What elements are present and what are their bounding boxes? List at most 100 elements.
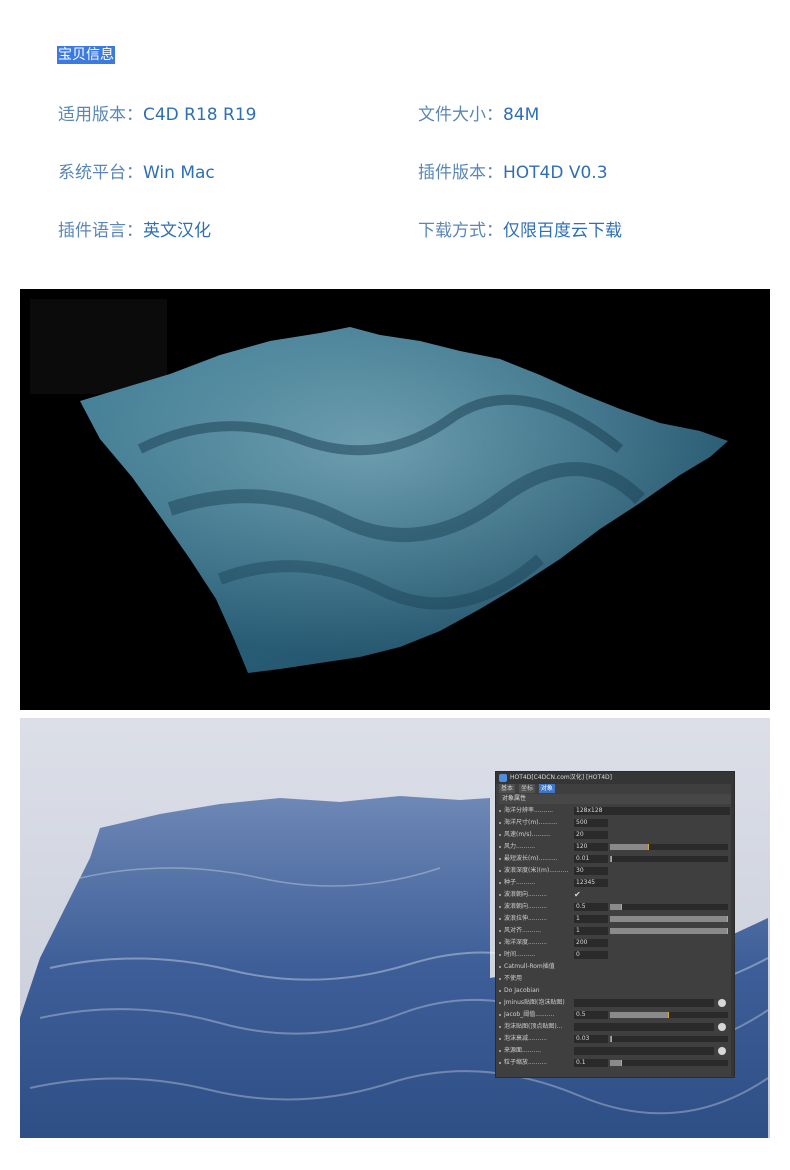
dialog-param-row: 风对齐.......... 1	[496, 925, 734, 937]
param-label: 风对齐..........	[504, 927, 542, 934]
info-file-size: 文件大小：84M	[418, 105, 540, 125]
param-bullet-icon	[499, 1050, 501, 1052]
param-label: Jminus贴图(泡沫贴图)	[504, 999, 565, 1006]
param-slider[interactable]	[610, 856, 728, 862]
ocean-render-bottom: HOT4D[C4DCN.com汉化] [HOT4D] 基本 坐标 对象 对象属性…	[20, 718, 770, 1138]
param-label: 泡沫贴图(顶点贴图)...	[504, 1023, 563, 1030]
param-value-field[interactable]: 0.1	[574, 1059, 608, 1067]
param-slider[interactable]	[610, 928, 728, 934]
param-value-field[interactable]: 120	[574, 843, 608, 851]
section-object-properties: 对象属性	[499, 794, 731, 804]
param-clear-icon[interactable]	[718, 1047, 726, 1055]
param-select[interactable]: 128x128	[574, 807, 730, 815]
info-platform: 系统平台：Win Mac	[58, 163, 215, 183]
dialog-tabs: 基本 坐标 对象	[496, 784, 734, 794]
dialog-param-row: 波浪拉伸.......... 1	[496, 913, 734, 925]
param-clear-icon[interactable]	[718, 999, 726, 1007]
param-link-field[interactable]	[574, 999, 714, 1007]
param-label: 最短波长(m)..........	[504, 855, 558, 862]
param-label: 粒子缩放..........	[504, 1059, 548, 1066]
dialog-param-row: 风力.......... 120	[496, 841, 734, 853]
param-bullet-icon	[499, 918, 501, 920]
param-value-field[interactable]: 500	[574, 819, 608, 827]
param-slider[interactable]	[610, 904, 728, 910]
param-slider[interactable]	[610, 1036, 728, 1042]
param-label: 波浪深度(米)(m)..........	[504, 867, 569, 874]
param-link-field[interactable]	[574, 1047, 714, 1055]
param-value-field[interactable]: 0.01	[574, 855, 608, 863]
info-plugin-version: 插件版本：HOT4D V0.3	[418, 163, 608, 183]
param-value-field[interactable]: 0.5	[574, 903, 608, 911]
tab-basic[interactable]: 基本	[499, 784, 516, 793]
param-value-field[interactable]: 200	[574, 939, 608, 947]
param-label: 风速(m/s)..........	[504, 831, 551, 838]
param-bullet-icon	[499, 942, 501, 944]
dialog-param-row: 时间.......... 0	[496, 949, 734, 961]
param-value-field[interactable]: 0.5	[574, 1011, 608, 1019]
tab-coordinates[interactable]: 坐标	[518, 784, 535, 793]
param-label: 种子..........	[504, 879, 536, 886]
param-value-field[interactable]: 0.03	[574, 1035, 608, 1043]
param-value-field[interactable]: 30	[574, 867, 608, 875]
param-bullet-icon	[499, 978, 501, 980]
param-label: 不使用	[504, 975, 523, 982]
param-label: Catmull-Rom插值	[504, 963, 555, 970]
dialog-param-row: 海洋深度.......... 200	[496, 937, 734, 949]
param-link-field[interactable]	[574, 1023, 714, 1031]
dialog-param-row: 不使用	[496, 973, 734, 985]
dialog-param-row: 波浪朝向.......... 0.5	[496, 901, 734, 913]
param-label: 风力..........	[504, 843, 536, 850]
param-bullet-icon	[499, 894, 501, 896]
param-bullet-icon	[499, 1062, 501, 1064]
param-value-field[interactable]: 0	[574, 951, 608, 959]
dialog-param-row: 来源面..........	[496, 1045, 734, 1057]
dialog-param-row: Do Jacobian	[496, 985, 734, 997]
param-slider[interactable]	[610, 1060, 728, 1066]
param-slider[interactable]	[610, 1012, 728, 1018]
dialog-param-row: Jacob_阈值.......... 0.5	[496, 1009, 734, 1021]
dialog-param-row: 种子.......... 12345	[496, 877, 734, 889]
ocean-mesh-image	[30, 299, 728, 673]
param-bullet-icon	[499, 906, 501, 908]
param-label: 时间..........	[504, 951, 536, 958]
info-download-method: 下载方式：仅限百度云下载	[418, 221, 622, 241]
param-slider-fill	[610, 904, 622, 910]
param-slider-fill	[610, 1036, 612, 1042]
dialog-scrollbar[interactable]	[731, 784, 734, 1076]
param-bullet-icon	[499, 882, 501, 884]
param-value-field[interactable]: 1	[574, 927, 608, 935]
param-bullet-icon	[499, 1002, 501, 1004]
param-value-field[interactable]: 12345	[574, 879, 608, 887]
param-checkbox[interactable]: ✔	[574, 889, 581, 901]
section-title: 宝贝信息	[57, 46, 115, 64]
dialog-param-row: Catmull-Rom插值	[496, 961, 734, 973]
param-label: 海洋分辨率..........	[504, 807, 554, 814]
param-clear-icon[interactable]	[718, 1023, 726, 1031]
param-bullet-icon	[499, 858, 501, 860]
param-bullet-icon	[499, 1026, 501, 1028]
dialog-param-row: 泡沫贴图(顶点贴图)...	[496, 1021, 734, 1033]
dialog-param-row: 波浪深度(米)(m).......... 30	[496, 865, 734, 877]
dialog-param-row: 泡沫衰减.......... 0.03	[496, 1033, 734, 1045]
param-slider-fill	[610, 928, 728, 934]
param-label: 泡沫衰减..........	[504, 1035, 548, 1042]
param-value-field[interactable]: 1	[574, 915, 608, 923]
tab-object[interactable]: 对象	[538, 784, 555, 793]
param-bullet-icon	[499, 846, 501, 848]
param-slider-fill	[610, 916, 728, 922]
param-bullet-icon	[499, 1038, 501, 1040]
param-slider-fill	[610, 844, 649, 850]
param-label: 波浪朝向..........	[504, 903, 548, 910]
info-row-platform-plugin: 系统平台：Win Mac 插件版本：HOT4D V0.3	[0, 158, 790, 186]
param-slider[interactable]	[610, 844, 728, 850]
param-value-field[interactable]: 20	[574, 831, 608, 839]
dialog-param-row: Jminus贴图(泡沫贴图)	[496, 997, 734, 1009]
param-slider-fill	[610, 856, 613, 862]
param-label: Do Jacobian	[504, 987, 540, 994]
param-slider-fill	[610, 1060, 622, 1066]
param-slider[interactable]	[610, 916, 728, 922]
param-label: 海洋深度..........	[504, 939, 548, 946]
param-bullet-icon	[499, 810, 501, 812]
dialog-parameter-list: 海洋分辨率.......... 128x128 海洋尺寸(m).......... 5…	[496, 805, 734, 1069]
info-row-language-download: 插件语言：英文汉化 下载方式：仅限百度云下载	[0, 216, 790, 244]
